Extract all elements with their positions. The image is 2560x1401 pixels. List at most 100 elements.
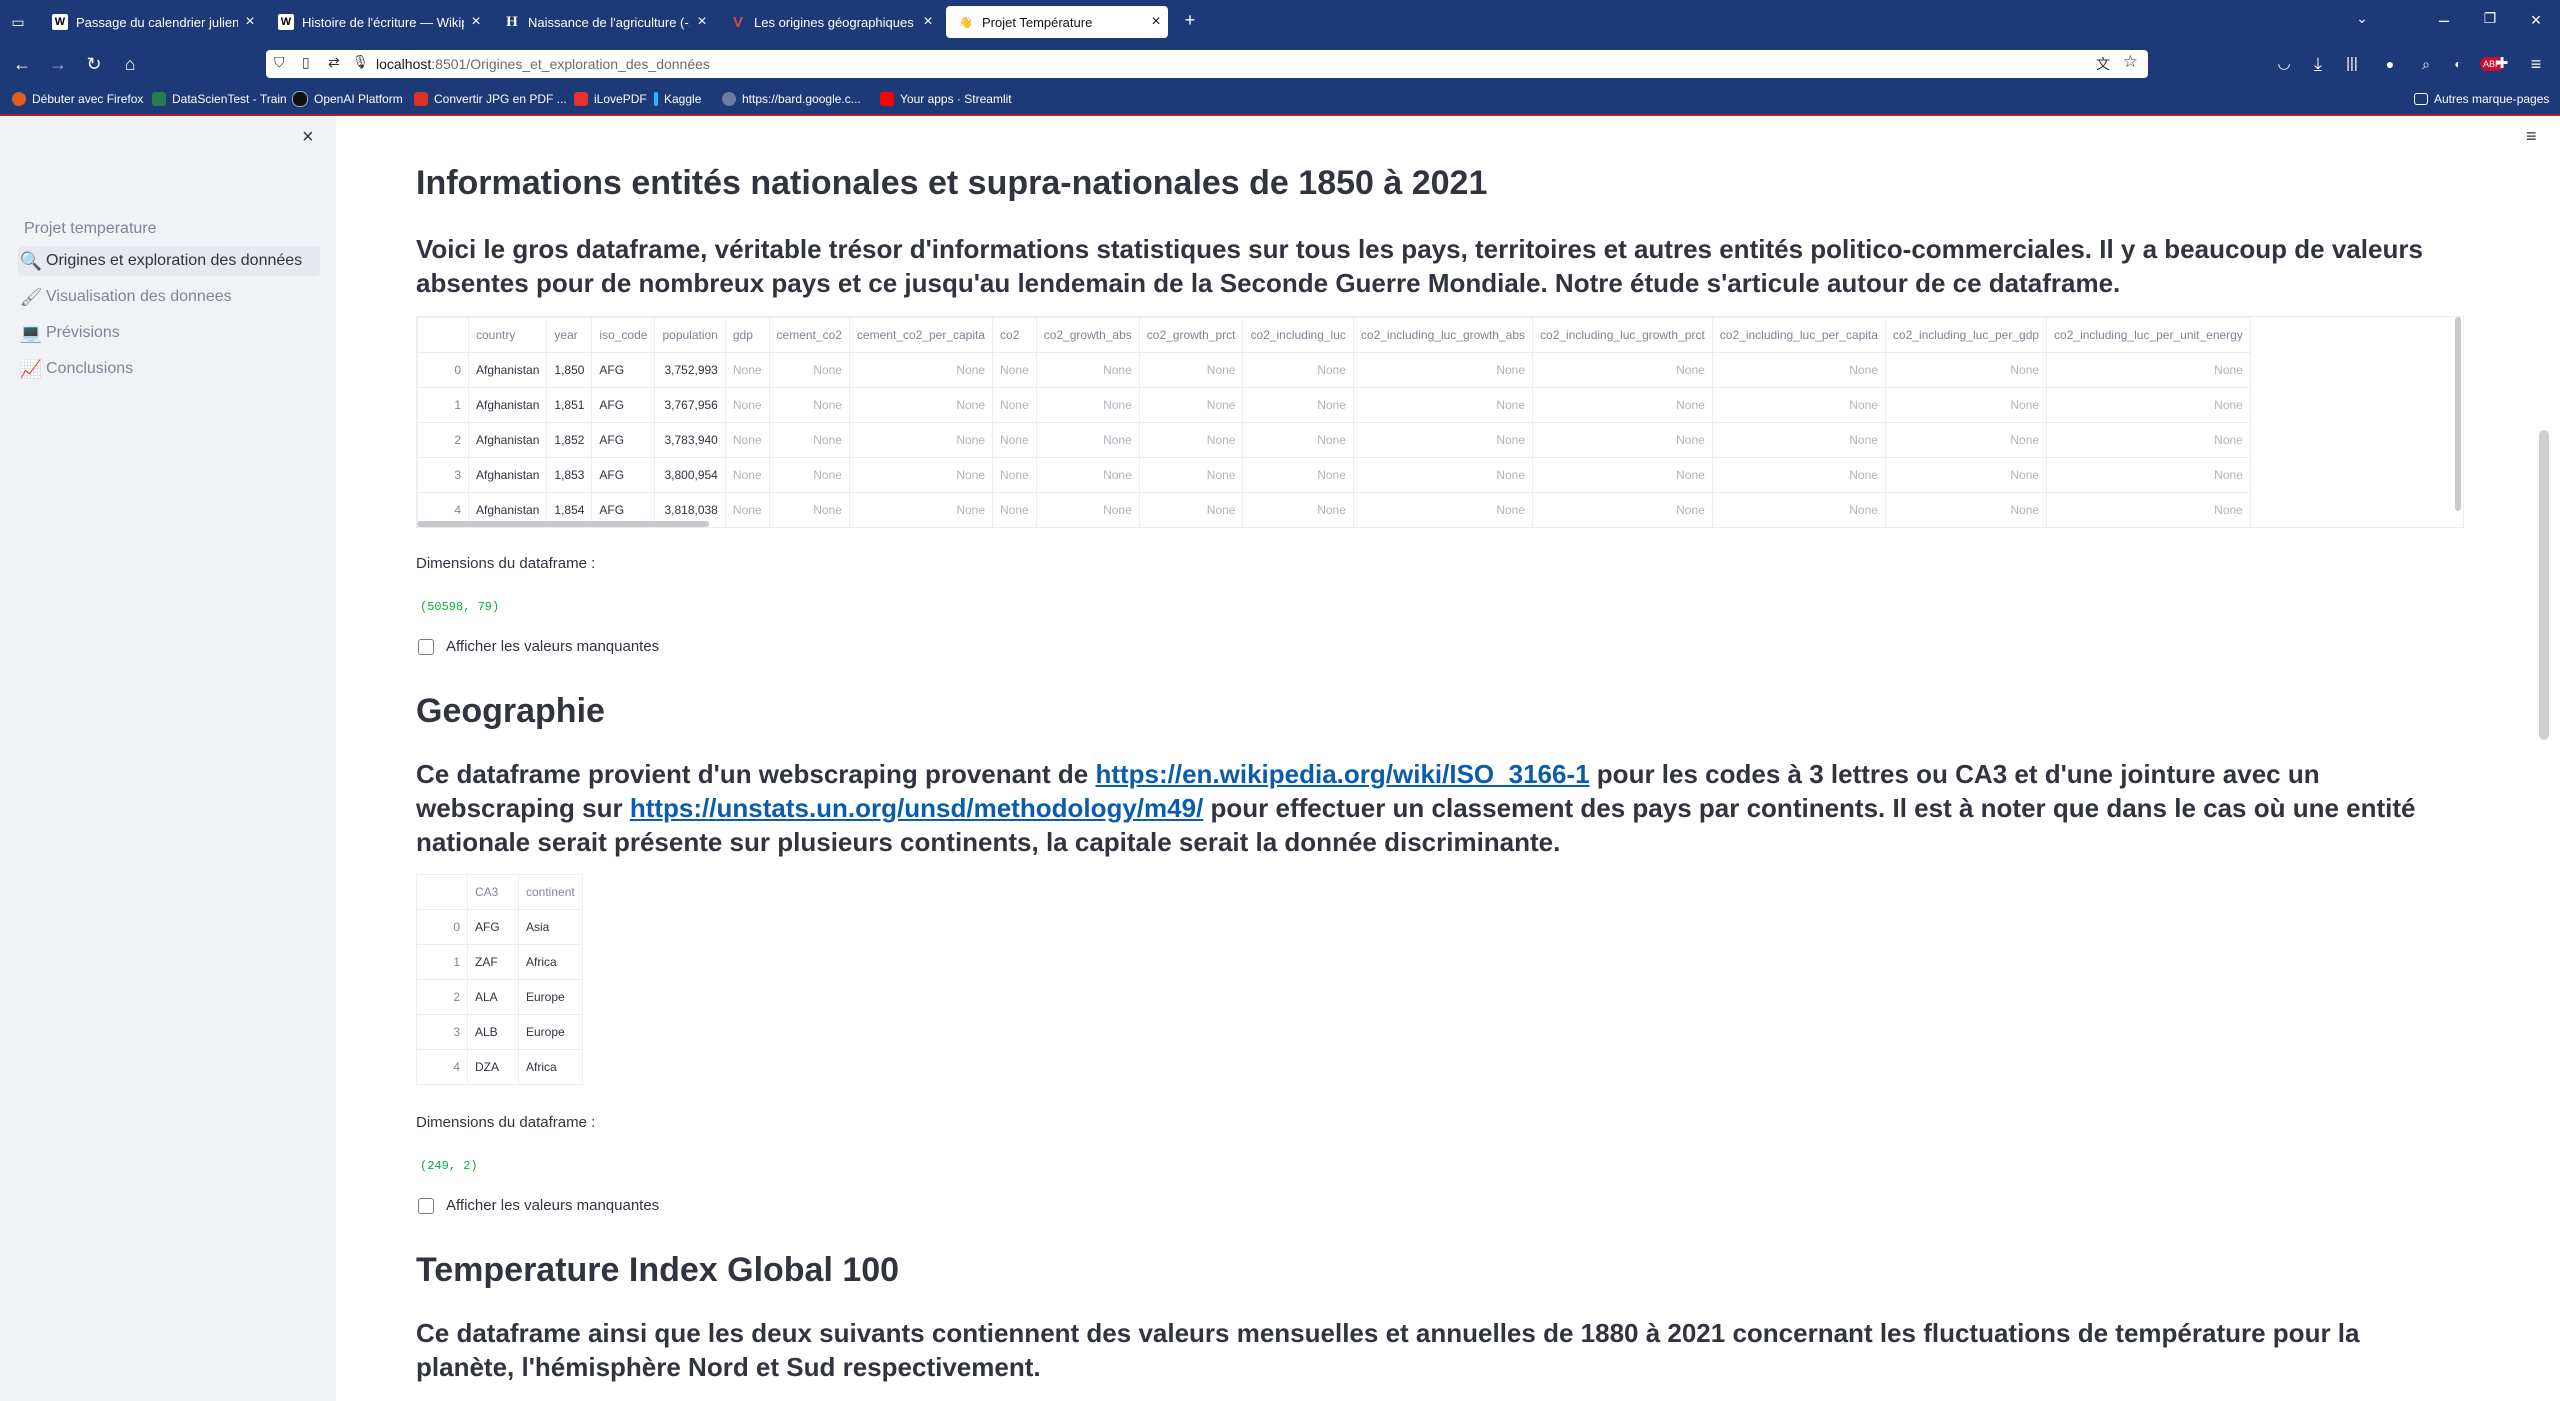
column-header[interactable]: co2_including_luc_growth_abs (1352, 317, 1534, 353)
table-cell[interactable]: None (724, 457, 770, 493)
table-cell[interactable]: AFG (467, 909, 519, 945)
close-sidebar-icon[interactable]: × (302, 126, 314, 149)
column-header[interactable]: continent (518, 874, 583, 910)
pocket-icon[interactable]: ◡ (2272, 52, 2296, 76)
bookmark-6[interactable]: https://bard.google.c... (722, 89, 861, 109)
column-header[interactable]: country (467, 317, 548, 353)
table-cell[interactable]: None (1884, 492, 2048, 527)
table-cell[interactable]: None (1138, 422, 1244, 458)
close-icon[interactable]: × (464, 13, 488, 31)
dataframe-hscrollbar[interactable] (417, 521, 709, 527)
column-header[interactable]: gdp (724, 317, 770, 353)
column-header[interactable]: co2_including_luc_per_gdp (1884, 317, 2048, 353)
other-bookmarks[interactable]: Autres marque-pages (2414, 89, 2549, 109)
table-cell[interactable]: AFG (591, 422, 656, 458)
library-icon[interactable]: ||| (2340, 52, 2364, 76)
table-row[interactable]: 3 Afghanistan 1,853 AFG 3,800,954 None None Non… (417, 457, 2251, 493)
table-cell[interactable]: 0 (416, 909, 468, 945)
table-cell[interactable]: None (2046, 457, 2251, 493)
column-header[interactable]: co2_including_luc_per_capita (1711, 317, 1886, 353)
table-cell[interactable]: AFG (591, 457, 656, 493)
close-icon[interactable]: × (1144, 13, 1168, 31)
table-cell[interactable]: None (1035, 492, 1140, 527)
table-cell[interactable]: Africa (518, 1049, 583, 1085)
table-cell[interactable]: ALB (467, 1014, 519, 1050)
extension-v-icon[interactable]: ● (2378, 52, 2402, 76)
table-cell[interactable]: 3 (417, 457, 469, 493)
table-cell[interactable]: 0 (417, 352, 469, 388)
table-cell[interactable]: None (2046, 387, 2251, 423)
bookmark-star-icon[interactable]: ☆ (2123, 52, 2138, 72)
table-cell[interactable]: None (2046, 352, 2251, 388)
table-cell[interactable]: None (1532, 457, 1713, 493)
column-header[interactable]: CA3 (467, 874, 519, 910)
column-header[interactable]: cement_co2_per_capita (848, 317, 994, 353)
table-cell[interactable]: None (1352, 422, 1534, 458)
menu-icon[interactable]: ≡ (2524, 52, 2548, 76)
table-cell[interactable]: Afghanistan (467, 387, 548, 423)
iso-link[interactable]: https://en.wikipedia.org/wiki/ISO_3166-1 (1095, 759, 1589, 789)
table-cell[interactable]: 1,851 (546, 387, 593, 423)
table-cell[interactable]: None (1532, 387, 1713, 423)
restore-icon[interactable]: ❐ (2478, 10, 2502, 27)
tab-4-active[interactable]: 👋 Projet Température × (946, 6, 1168, 38)
table-cell[interactable]: None (1711, 387, 1886, 423)
table-cell[interactable]: 1 (417, 387, 469, 423)
table-cell[interactable]: 1 (416, 944, 468, 980)
table-row[interactable]: 2 Afghanistan 1,852 AFG 3,783,940 None None Non… (417, 422, 2251, 458)
extension-s-icon[interactable]: ◐ (2446, 52, 2470, 76)
table-cell[interactable]: 3 (416, 1014, 468, 1050)
bookmark-7[interactable]: Your apps · Streamlit (880, 89, 1012, 109)
table-cell[interactable]: AFG (591, 387, 656, 423)
checkbox-box[interactable] (418, 1197, 434, 1214)
table-cell[interactable]: None (1352, 352, 1534, 388)
table-cell[interactable]: None (2046, 492, 2251, 527)
table-cell[interactable]: None (1532, 422, 1713, 458)
dataframe-continents[interactable]: CA3 continent 0 AFG Asia 1 ZAF Africa 2 ALA Euro… (416, 874, 583, 1085)
forward-icon[interactable]: → (46, 52, 70, 76)
table-row[interactable]: 0 AFG Asia (416, 909, 583, 945)
table-cell[interactable]: None (1242, 387, 1354, 423)
bookmark-0[interactable]: Débuter avec Firefox (12, 89, 143, 109)
table-cell[interactable]: None (1242, 422, 1354, 458)
table-row[interactable]: 1 Afghanistan 1,851 AFG 3,767,956 None None Non… (417, 387, 2251, 423)
minimize-icon[interactable]: – (2432, 10, 2456, 31)
table-cell[interactable]: 4 (416, 1049, 468, 1085)
tab-overview-icon[interactable]: ▭ (6, 10, 30, 34)
column-header[interactable]: year (546, 317, 593, 353)
table-cell[interactable]: None (768, 352, 850, 388)
table-cell[interactable]: 1,852 (546, 422, 593, 458)
close-icon[interactable]: × (690, 13, 714, 31)
column-header[interactable] (416, 874, 468, 910)
column-header[interactable]: co2_growth_abs (1035, 317, 1140, 353)
table-cell[interactable]: None (1711, 352, 1886, 388)
main-menu-icon[interactable]: ≡ (2526, 126, 2537, 147)
column-header[interactable]: co2_including_luc_growth_prct (1532, 317, 1713, 353)
table-cell[interactable]: None (1138, 352, 1244, 388)
sidebar-item-visualisation[interactable]: 🖌 Visualisation des donnees (18, 282, 320, 312)
bookmark-5[interactable]: Kaggle (654, 89, 701, 109)
table-cell[interactable]: ALA (467, 979, 519, 1015)
column-header[interactable]: co2_growth_prct (1138, 317, 1244, 353)
table-cell[interactable]: None (1242, 457, 1354, 493)
table-cell[interactable]: None (768, 457, 850, 493)
column-header[interactable]: co2_including_luc_per_unit_energy (2046, 317, 2251, 353)
download-icon[interactable]: ⤓ (2306, 52, 2330, 76)
back-icon[interactable]: ← (10, 52, 34, 76)
table-cell[interactable]: None (1035, 457, 1140, 493)
table-cell[interactable]: None (2046, 422, 2251, 458)
window-close-icon[interactable]: × (2524, 10, 2548, 31)
table-cell[interactable]: DZA (467, 1049, 519, 1085)
table-cell[interactable]: None (1352, 457, 1534, 493)
table-row[interactable]: 1 ZAF Africa (416, 944, 583, 980)
table-cell[interactable]: 3,767,956 (654, 387, 726, 423)
permissions-icon[interactable]: ⇄ (328, 54, 340, 71)
column-header[interactable]: co2 (992, 317, 1037, 353)
table-cell[interactable]: Africa (518, 944, 583, 980)
table-row[interactable]: 3 ALB Europe (416, 1014, 583, 1050)
table-row[interactable]: 2 ALA Europe (416, 979, 583, 1015)
table-cell[interactable]: ZAF (467, 944, 519, 980)
table-cell[interactable]: None (848, 422, 994, 458)
table-cell[interactable]: 1,850 (546, 352, 593, 388)
table-cell[interactable]: None (992, 422, 1037, 458)
